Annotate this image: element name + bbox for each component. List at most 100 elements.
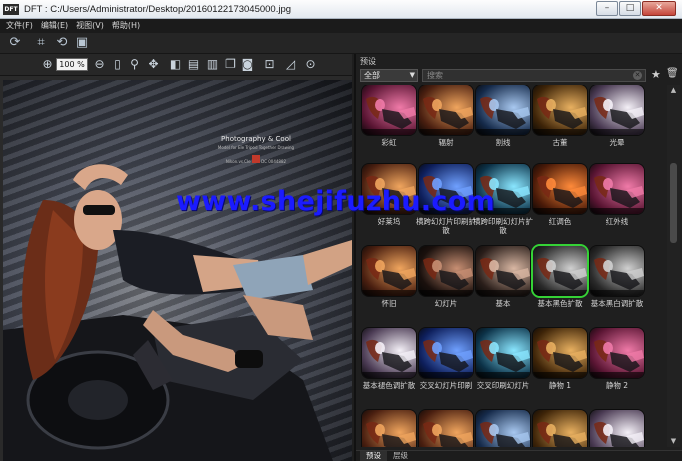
preset-thumbnail[interactable]: [362, 246, 416, 296]
presets-panel: 预设 全部 ▼ 搜索 ✕ ★ 🗑 彩虹 辐射 割线 古董 光晕 好莱坞 横跨幻灯片印刷扩散横…: [354, 54, 682, 461]
preset-label: 红外线: [605, 217, 629, 226]
preset-thumbnail-figure: [590, 257, 644, 296]
title-bar: DFT DFT : C:/Users/Administrator/Desktop…: [0, 0, 682, 19]
menu-bar: 文件(F) 编辑(E) 视图(V) 帮助(H): [0, 19, 682, 33]
preset-thumbnail-figure: [476, 339, 530, 378]
preset-thumbnail-figure: [590, 96, 644, 135]
preset-thumbnail-figure: [537, 421, 587, 447]
preset-thumbnail[interactable]: [476, 85, 530, 135]
preset-thumbnail[interactable]: [419, 328, 473, 378]
close-button[interactable]: ✕: [642, 1, 676, 16]
bottom-tab-bar: 预设 层级: [356, 450, 682, 461]
app-logo-icon: DFT: [3, 4, 19, 15]
preset-thumbnail-figure: [533, 339, 587, 378]
scroll-down-icon[interactable]: ▼: [669, 437, 678, 446]
preset-thumbnail-figure: [480, 421, 530, 447]
preset-thumbnail[interactable]: [590, 410, 644, 447]
caption-seal-icon: [251, 155, 260, 163]
preset-scrollbar[interactable]: ▲ ▼: [667, 85, 680, 447]
refresh-icon[interactable]: ⟳: [7, 35, 23, 51]
preset-thumbnail[interactable]: [362, 328, 416, 378]
preset-label: 静物 2: [605, 381, 629, 390]
preset-thumbnail[interactable]: [590, 85, 644, 135]
single-view-icon[interactable]: ▥: [205, 57, 220, 72]
split-view-icon[interactable]: ◧: [168, 57, 183, 72]
preset-thumbnail-figure: [476, 257, 530, 296]
info-icon[interactable]: ▯: [110, 57, 125, 72]
photo-caption: Photography & Cool Model for Ele Tripod …: [201, 135, 311, 164]
preset-thumbnail-figure: [590, 175, 644, 214]
histogram-icon[interactable]: ◿: [283, 57, 298, 72]
preset-thumbnail[interactable]: [533, 85, 587, 135]
preset-thumbnail[interactable]: [476, 246, 530, 296]
fit-icon[interactable]: ⊡: [262, 57, 277, 72]
maximize-button[interactable]: □: [619, 1, 641, 16]
menu-file[interactable]: 文件(F): [6, 19, 33, 33]
menu-edit[interactable]: 编辑(E): [41, 19, 68, 33]
crop-icon[interactable]: ⌗: [33, 35, 49, 51]
preset-thumbnail[interactable]: [419, 85, 473, 135]
preset-thumbnail-figure: [423, 421, 473, 447]
preset-thumbnail-figure: [594, 421, 644, 447]
preset-thumbnail-figure: [419, 339, 473, 378]
fit-screen-icon[interactable]: ▣: [74, 35, 90, 51]
preset-thumbnail[interactable]: [590, 246, 644, 296]
preset-thumbnail[interactable]: [533, 328, 587, 378]
image-panel: ⊕ 100 % ⊖ ▯ ⚲ ✥ ◧ ▤ ▥ ❐ ◙ ⊡ ◿ ⊙ Photogra…: [0, 54, 352, 461]
zoom-out-icon[interactable]: ⊖: [92, 57, 107, 72]
scrollbar-thumb[interactable]: [670, 163, 677, 243]
preset-thumbnail-figure: [533, 257, 587, 296]
delete-trash-icon[interactable]: 🗑: [666, 68, 679, 79]
search-placeholder: 搜索: [427, 71, 443, 80]
menu-help[interactable]: 帮助(H): [112, 19, 140, 33]
zoom-fit-icon[interactable]: ⊙: [303, 57, 318, 72]
window-controls: – □ ✕: [596, 1, 676, 16]
preset-thumbnail-figure: [590, 339, 644, 378]
preset-thumbnail[interactable]: [362, 85, 416, 135]
preset-thumbnail[interactable]: [476, 410, 530, 447]
scroll-up-icon[interactable]: ▲: [669, 86, 678, 95]
caption-meta-1: Nikon.vs.Cle: [225, 159, 251, 164]
compare-icon[interactable]: ▤: [186, 57, 201, 72]
preset-thumbnail[interactable]: [476, 328, 530, 378]
preset-thumbnail-figure: [419, 257, 473, 296]
preset-thumbnail[interactable]: [590, 328, 644, 378]
zoom-level-field[interactable]: 100 %: [56, 58, 88, 71]
tab-layers[interactable]: 层级: [387, 451, 414, 461]
preset-thumbnail-figure: [533, 96, 587, 135]
window-title: DFT : C:/Users/Administrator/Desktop/201…: [24, 4, 292, 15]
site-watermark: www.shejifuzhu.com: [176, 186, 495, 217]
caption-title: Photography & Cool: [221, 135, 291, 143]
preset-thumbnail[interactable]: [533, 164, 587, 214]
preset-thumbnail-figure: [362, 257, 416, 296]
minimize-button[interactable]: –: [596, 1, 618, 16]
preset-search-input[interactable]: 搜索 ✕: [422, 69, 646, 82]
main-toolbar: ⟳ ⌗ ⟲ ▣: [0, 33, 682, 54]
category-dropdown[interactable]: 全部 ▼: [360, 69, 418, 82]
move-icon[interactable]: ✥: [146, 57, 161, 72]
preset-thumbnail-figure: [362, 96, 416, 135]
preset-thumbnail[interactable]: [590, 164, 644, 214]
preset-thumbnail[interactable]: [533, 410, 587, 447]
preset-thumbnail[interactable]: [362, 410, 416, 447]
preset-label: 基本黑白调扩散: [590, 299, 644, 308]
preset-thumbnail[interactable]: [533, 246, 587, 296]
presets-panel-title: 预设: [360, 57, 376, 66]
zoom-in-icon[interactable]: ⊕: [40, 57, 55, 72]
preset-thumbnail[interactable]: [419, 410, 473, 447]
clear-search-icon[interactable]: ✕: [633, 71, 642, 80]
caption-subtitle: Model for Ele Tripod Together Drawing: [217, 145, 295, 150]
photo-canvas[interactable]: Photography & Cool Model for Ele Tripod …: [3, 80, 352, 461]
caption-meta-2: DC 0044882: [261, 159, 287, 164]
favorite-star-icon[interactable]: ★: [651, 68, 661, 81]
search-icon[interactable]: ⚲: [127, 57, 142, 72]
camera-icon[interactable]: ◙: [240, 57, 255, 72]
tab-presets[interactable]: 预设: [360, 451, 387, 461]
preset-thumbnail-figure: [362, 339, 416, 378]
rotate-icon[interactable]: ⟲: [54, 35, 70, 51]
preset-thumbnail[interactable]: [419, 246, 473, 296]
menu-view[interactable]: 视图(V): [76, 19, 104, 33]
viewer-toolbar: ⊕ 100 % ⊖ ▯ ⚲ ✥ ◧ ▤ ▥ ❐ ◙ ⊡ ◿ ⊙: [0, 54, 352, 76]
preset-thumbnail-figure: [419, 96, 473, 135]
duplicate-icon[interactable]: ❐: [223, 57, 238, 72]
